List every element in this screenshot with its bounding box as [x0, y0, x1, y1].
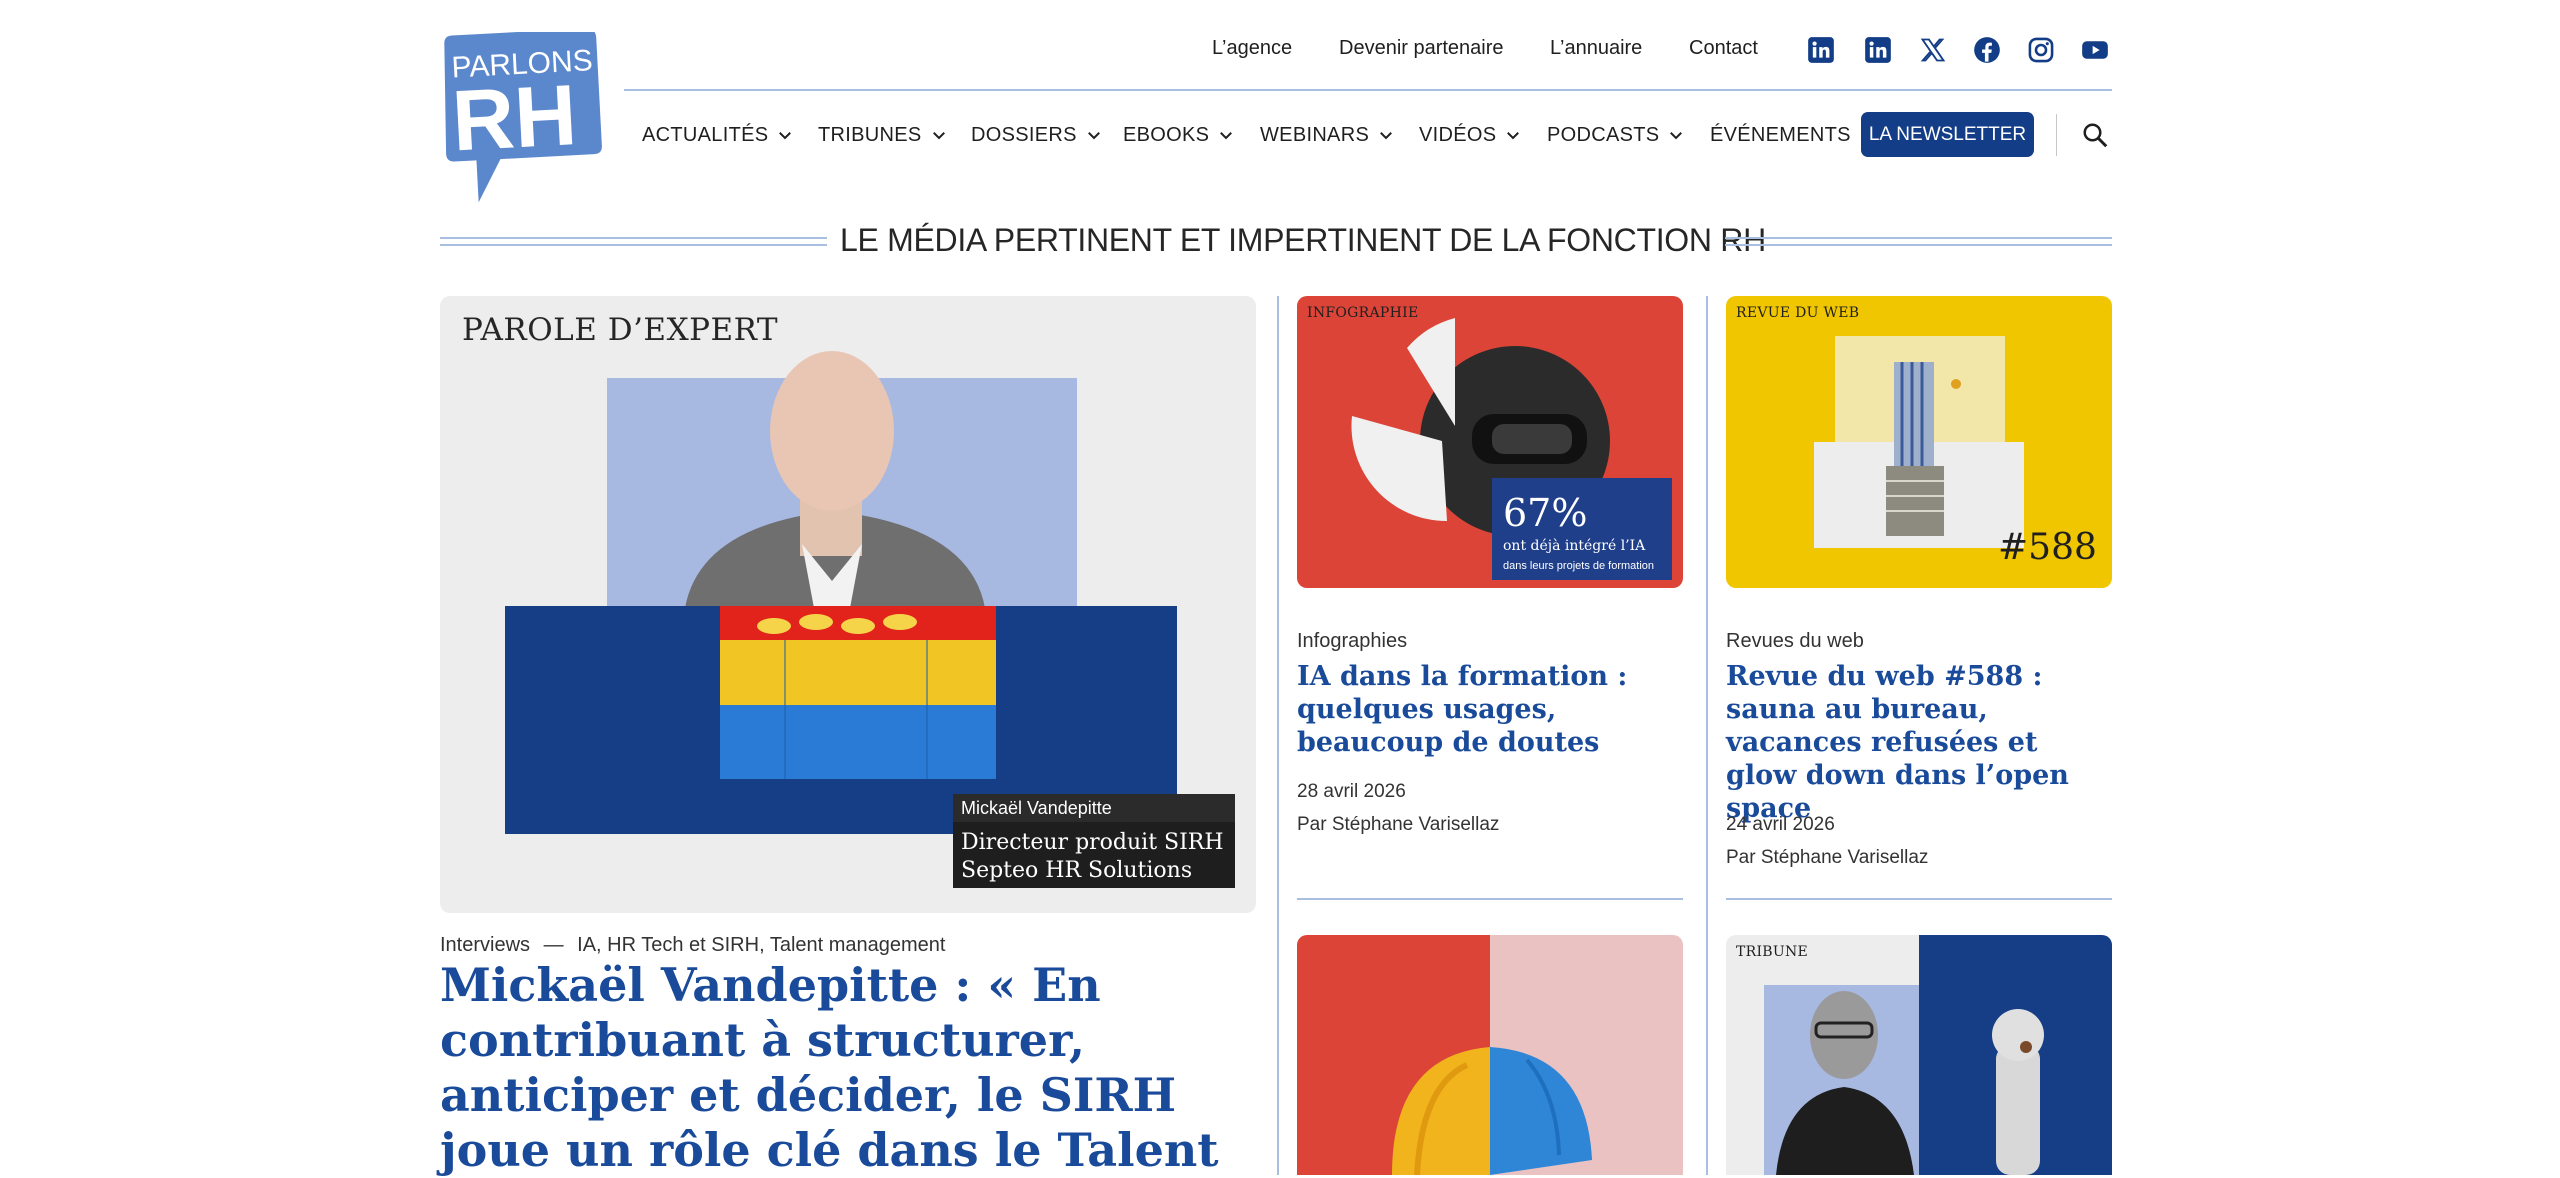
linkedin-icon[interactable] [1864, 36, 1892, 64]
nav-dossiers[interactable]: DOSSIERS [971, 120, 1103, 150]
nav-divider [624, 89, 2112, 91]
card-kicker: INFOGRAPHIE [1307, 305, 1419, 321]
nav-tribunes[interactable]: TRIBUNES [818, 120, 948, 150]
card-image-infographie[interactable]: 67% ont déjà intégré l’IA dans leurs pro… [1297, 296, 1683, 588]
card-divider [1726, 898, 2112, 900]
card-image-hats[interactable] [1297, 935, 1683, 1175]
chevron-down-icon [1087, 132, 1100, 140]
featured-illustration: Mickaël Vandepitte Directeur produit SIR… [505, 351, 1235, 888]
nav-ebooks-label: EBOOKS [1123, 123, 1210, 146]
facebook-icon[interactable] [1973, 36, 2001, 64]
nav-webinars-label: WEBINARS [1260, 123, 1370, 146]
nav-webinars[interactable]: WEBINARS [1260, 120, 1395, 150]
chevron-down-icon [932, 132, 945, 140]
card-date: 24 avril 2026 [1726, 814, 1835, 835]
card-image-tribune[interactable]: TRIBUNE [1726, 935, 2112, 1175]
revue-illustration: #588 [1814, 336, 2097, 568]
nav-podcasts-label: PODCASTS [1547, 123, 1660, 146]
card-kicker: REVUE DU WEB [1736, 305, 1860, 321]
chevron-down-icon [1380, 132, 1393, 140]
nav-actualites[interactable]: ACTUALITÉS [642, 120, 794, 150]
hats-illustration [1297, 935, 1683, 1175]
newsletter-button[interactable]: LA NEWSLETTER [1861, 112, 2034, 157]
card-date: 28 avril 2026 [1297, 781, 1406, 802]
card-kicker: TRIBUNE [1736, 944, 1809, 960]
infographie-stat-line2: dans leurs projets de formation [1503, 560, 1654, 572]
tagline-rule-right [1725, 237, 2112, 246]
column-separator [1277, 296, 1279, 1175]
card-divider [1297, 898, 1683, 900]
featured-meta: Interviews — IA, HR Tech et SIRH, Talent… [440, 934, 946, 957]
youtube-icon[interactable] [2081, 36, 2109, 64]
featured-category-link[interactable]: Interviews [440, 934, 530, 956]
nav-evenements[interactable]: ÉVÉNEMENTS [1710, 120, 1851, 150]
tagline-rule-left [440, 237, 827, 246]
nav-actualites-label: ACTUALITÉS [642, 123, 769, 146]
tribune-illustration [1764, 935, 2112, 1175]
instagram-icon[interactable] [2027, 36, 2055, 64]
nav-separator [2056, 114, 2057, 156]
nav-evenements-label: ÉVÉNEMENTS [1710, 123, 1851, 146]
chevron-down-icon [1670, 132, 1683, 140]
featured-tags-link[interactable]: IA, HR Tech et SIRH, Talent management [577, 934, 945, 956]
card-author[interactable]: Par Stéphane Varisellaz [1726, 847, 1928, 869]
nav-ebooks[interactable]: EBOOKS [1123, 120, 1235, 150]
chevron-down-icon [1220, 132, 1233, 140]
infographie-illustration: 67% ont déjà intégré l’IA dans leurs pro… [1351, 318, 1672, 580]
card-title[interactable]: IA dans la formation : quelques usages, … [1297, 660, 1687, 759]
column-separator [1706, 296, 1708, 1175]
nav-videos[interactable]: VIDÉOS [1419, 120, 1522, 150]
top-link-contact[interactable]: Contact [1689, 37, 1758, 60]
site-tagline: LE MÉDIA PERTINENT ET IMPERTINENT DE LA … [840, 222, 1766, 258]
x-icon[interactable] [1919, 36, 1947, 64]
nav-podcasts[interactable]: PODCASTS [1547, 120, 1685, 150]
linkedin-icon[interactable] [1807, 36, 1835, 64]
top-link-agence[interactable]: L’agence [1212, 37, 1292, 60]
card-category[interactable]: Revues du web [1726, 630, 1864, 653]
featured-image[interactable]: PAROLE D’EXPERT Mickaël Vandepitte Direc… [440, 296, 1256, 913]
logo[interactable]: PARLONS RH [440, 28, 603, 203]
nav-tribunes-label: TRIBUNES [818, 123, 922, 146]
featured-person-name: Mickaël Vandepitte [961, 798, 1112, 818]
nav-dossiers-label: DOSSIERS [971, 123, 1077, 146]
featured-title[interactable]: Mickaël Vandepitte : « En contribuant à … [440, 958, 1240, 1178]
chevron-down-icon [779, 132, 792, 140]
card-author[interactable]: Par Stéphane Varisellaz [1297, 814, 1499, 836]
revue-number: #588 [1998, 527, 2097, 568]
top-link-annuaire[interactable]: L’annuaire [1550, 37, 1642, 60]
search-icon[interactable] [2080, 120, 2110, 150]
featured-meta-dash: — [543, 934, 564, 956]
featured-person-role-2: Septeo HR Solutions [961, 858, 1192, 883]
infographie-stat-line1: ont déjà intégré l’IA [1503, 537, 1646, 554]
nav-videos-label: VIDÉOS [1419, 123, 1497, 146]
card-image-revue-du-web[interactable]: #588 REVUE DU WEB [1726, 296, 2112, 588]
featured-person-role-1: Directeur produit SIRH [961, 830, 1224, 855]
card-title[interactable]: Revue du web #588 : sauna au bureau, vac… [1726, 660, 2116, 825]
chevron-down-icon [1507, 132, 1520, 140]
top-link-devenir-partenaire[interactable]: Devenir partenaire [1339, 37, 1504, 60]
card-category[interactable]: Infographies [1297, 630, 1407, 653]
infographie-stat: 67% [1503, 491, 1587, 535]
logo-text-rh: RH [450, 67, 579, 169]
